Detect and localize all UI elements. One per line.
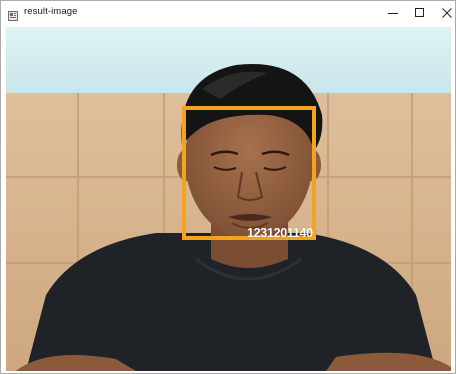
- detection-label: 1231201140: [247, 226, 313, 240]
- app-window: result-image 1231201140: [0, 0, 456, 374]
- window-title: result-image: [24, 6, 78, 17]
- close-button[interactable]: [431, 1, 456, 25]
- app-icon: [8, 8, 18, 21]
- camera-frame: 1231201140: [6, 27, 451, 371]
- face-detection-box: [182, 106, 316, 240]
- minimize-icon: [388, 13, 398, 14]
- maximize-icon: [415, 8, 424, 17]
- close-icon: [442, 8, 452, 18]
- title-bar[interactable]: result-image: [1, 1, 455, 25]
